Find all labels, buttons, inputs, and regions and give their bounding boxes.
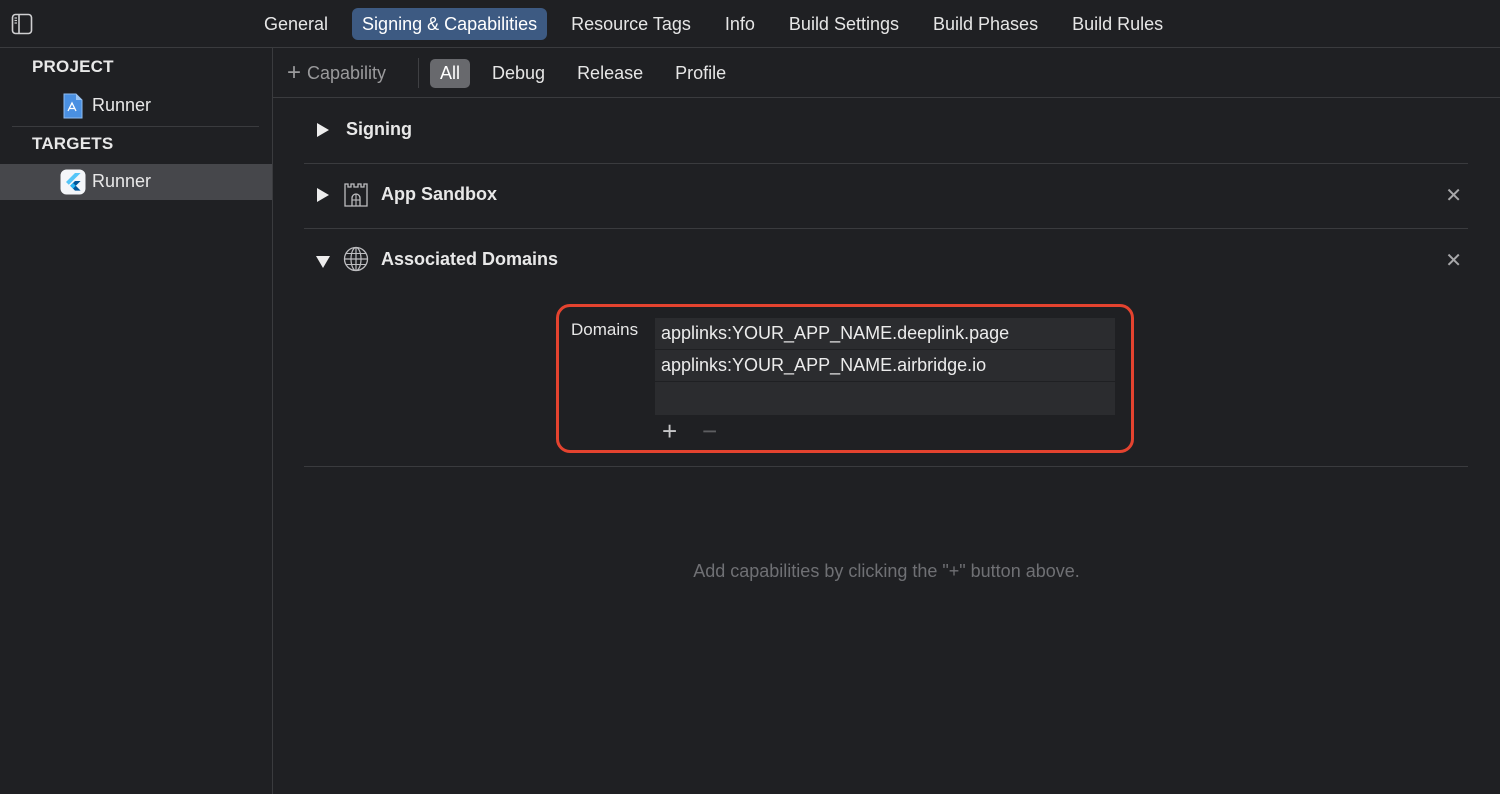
xcode-project-icon — [62, 93, 84, 119]
project-targets-sidebar: PROJECT Runner TARGETS Runner — [0, 48, 273, 794]
filter-profile[interactable]: Profile — [665, 59, 736, 88]
sidebar-item-project-runner[interactable]: Runner — [0, 88, 272, 124]
filter-debug[interactable]: Debug — [482, 59, 555, 88]
add-capabilities-hint: Add capabilities by clicking the "+" but… — [693, 561, 1080, 581]
sidebar-item-target-runner[interactable]: Runner — [0, 164, 272, 200]
tab-build-phases[interactable]: Build Phases — [923, 8, 1048, 40]
signing-section-header[interactable]: Signing — [304, 116, 1468, 146]
tab-list: General Signing & Capabilities Resource … — [254, 8, 1187, 40]
app-sandbox-section: App Sandbox ✕ — [304, 164, 1468, 229]
capability-toolbar: + Capability All Debug Release Profile — [273, 48, 1500, 98]
domains-table[interactable]: applinks:YOUR_APP_NAME.deeplink.page app… — [655, 318, 1115, 416]
domain-entry[interactable]: applinks:YOUR_APP_NAME.deeplink.page — [655, 318, 1115, 350]
add-capability-label: Capability — [307, 62, 387, 83]
sidebar-item-label: Runner — [92, 95, 152, 115]
configuration-filter: All Debug Release Profile — [430, 59, 748, 88]
castle-icon — [343, 181, 369, 207]
globe-icon — [343, 246, 369, 272]
tab-resource-tags[interactable]: Resource Tags — [561, 8, 701, 40]
section-title: Signing — [346, 119, 412, 139]
tab-build-rules[interactable]: Build Rules — [1062, 8, 1173, 40]
disclosure-triangle-icon[interactable] — [317, 123, 329, 137]
toolbar-divider — [418, 58, 419, 88]
add-domain-button[interactable]: + — [662, 418, 677, 444]
sidebar-divider — [12, 126, 259, 127]
plus-icon: + — [287, 59, 302, 86]
disclosure-triangle-icon[interactable] — [316, 256, 330, 268]
domain-entry-empty[interactable] — [655, 382, 1115, 416]
sidebar-item-label: Runner — [92, 171, 152, 191]
targets-header: TARGETS — [32, 134, 114, 153]
associated-domains-section-header[interactable]: Associated Domains ✕ — [304, 246, 1468, 276]
filter-release[interactable]: Release — [567, 59, 653, 88]
app-sandbox-section-header[interactable]: App Sandbox ✕ — [304, 181, 1468, 211]
domains-label: Domains — [571, 320, 639, 339]
tab-general[interactable]: General — [254, 8, 338, 40]
domain-entry[interactable]: applinks:YOUR_APP_NAME.airbridge.io — [655, 350, 1115, 382]
tab-build-settings[interactable]: Build Settings — [779, 8, 909, 40]
remove-capability-close-icon[interactable]: ✕ — [1445, 183, 1462, 208]
signing-section: Signing — [304, 98, 1468, 164]
add-capability-button[interactable]: + Capability — [287, 60, 386, 86]
flutter-app-icon — [60, 169, 86, 195]
tab-info[interactable]: Info — [715, 8, 765, 40]
section-title: Associated Domains — [381, 249, 559, 269]
remove-capability-close-icon[interactable]: ✕ — [1445, 248, 1462, 273]
sidebar-toggle-icon[interactable] — [11, 13, 33, 35]
filter-all[interactable]: All — [430, 59, 471, 88]
remove-domain-button[interactable]: − — [702, 418, 717, 444]
tab-signing-capabilities[interactable]: Signing & Capabilities — [352, 8, 548, 40]
project-header: PROJECT — [32, 57, 114, 76]
disclosure-triangle-icon[interactable] — [317, 188, 329, 202]
editor-tab-bar: General Signing & Capabilities Resource … — [0, 0, 1500, 48]
section-title: App Sandbox — [381, 184, 497, 204]
